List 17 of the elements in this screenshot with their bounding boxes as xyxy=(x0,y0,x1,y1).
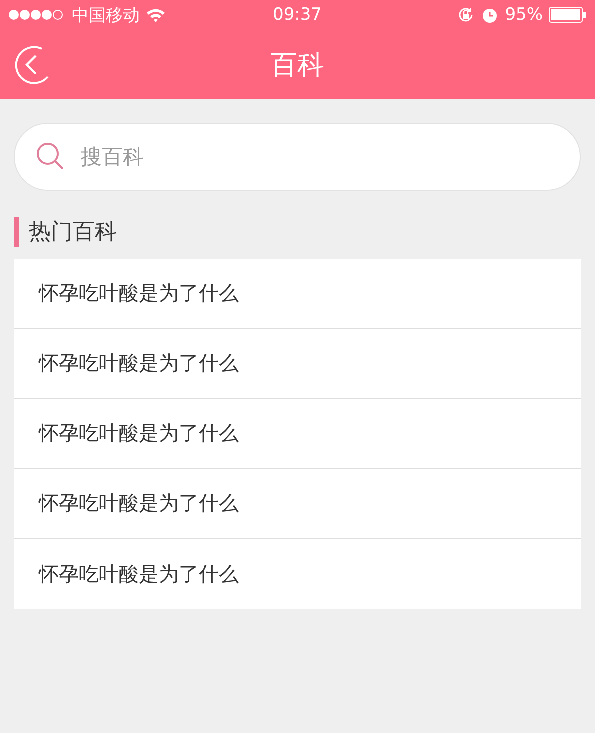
search-field[interactable]: 搜百科 xyxy=(14,123,581,191)
list-item[interactable]: 怀孕吃叶酸是为了什么 xyxy=(14,329,581,399)
list-item[interactable]: 怀孕吃叶酸是为了什么 xyxy=(14,259,581,329)
page-title: 百科 xyxy=(270,48,324,82)
carrier-text: 中国移动 xyxy=(72,4,140,26)
wifi-icon xyxy=(146,8,166,22)
section-marker xyxy=(14,217,19,247)
battery-icon xyxy=(549,7,587,23)
signal-icon xyxy=(8,9,66,21)
list-item[interactable]: 怀孕吃叶酸是为了什么 xyxy=(14,469,581,539)
list-item[interactable]: 怀孕吃叶酸是为了什么 xyxy=(14,399,581,469)
rotation-lock-icon xyxy=(457,6,476,24)
alarm-icon xyxy=(481,6,500,24)
battery-percent: 95% xyxy=(505,5,543,25)
section-title: 热门百科 xyxy=(29,219,117,247)
status-time: 09:37 xyxy=(273,5,322,25)
list-item[interactable]: 怀孕吃叶酸是为了什么 xyxy=(14,539,581,609)
